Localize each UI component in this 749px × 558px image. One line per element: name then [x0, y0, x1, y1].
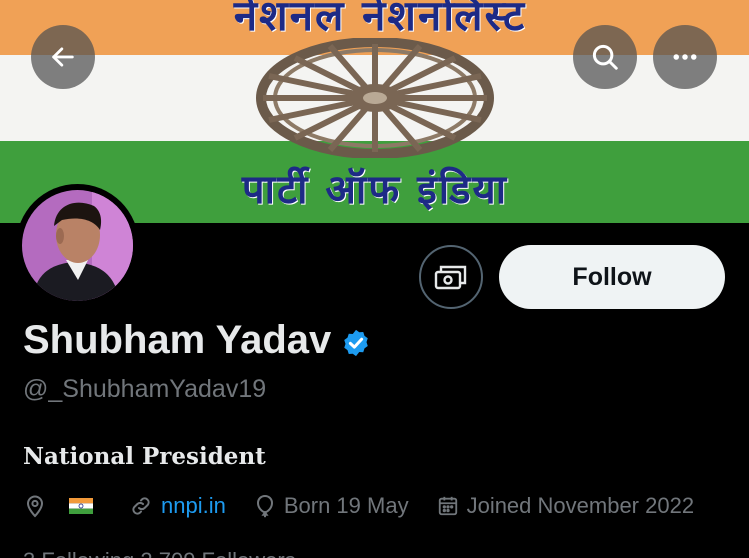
- birthday-item: Born 19 May: [254, 493, 409, 519]
- arrow-left-icon: [52, 47, 74, 67]
- website-link[interactable]: nnpi.in: [161, 493, 226, 519]
- avatar[interactable]: [16, 184, 139, 307]
- website-item[interactable]: nnpi.in: [129, 493, 226, 519]
- profile-meta: nnpi.in Born 19 May Joined November 2022: [23, 493, 722, 519]
- birthday-text: Born 19 May: [283, 493, 409, 518]
- link-icon: [132, 497, 150, 515]
- tip-button[interactable]: [419, 245, 483, 309]
- joined-text: Joined November 2022: [466, 493, 695, 518]
- banner-text-bottom: पार्टी ऑफ इंडिया: [241, 166, 509, 213]
- ashoka-chakra-icon: [256, 38, 494, 158]
- user-handle: @_ShubhamYadav19: [23, 375, 267, 403]
- back-button[interactable]: [31, 25, 95, 89]
- more-button[interactable]: [653, 25, 717, 89]
- profile-banner[interactable]: नेशनल नेशनलिस्ट पार्टी ऑफ इंडिया: [0, 0, 749, 223]
- follow-button[interactable]: Follow: [499, 245, 725, 309]
- avatar-image: [22, 190, 133, 301]
- joined-item: Joined November 2022: [437, 493, 694, 519]
- calendar-icon: [438, 496, 457, 516]
- more-horizontal-icon: [673, 54, 697, 60]
- search-icon: [592, 44, 618, 70]
- banner-text-top: नेशनल नेशनलिस्ट: [233, 0, 527, 40]
- bio-text: National President: [23, 443, 266, 470]
- india-flag-icon: [69, 498, 93, 514]
- name-row: Shubham Yadav: [23, 318, 371, 363]
- follow-counts[interactable]: 3 Following 2,709 Followers: [23, 548, 296, 558]
- location-pin-icon: [26, 495, 44, 518]
- display-name: Shubham Yadav: [23, 318, 332, 362]
- balloon-icon: [256, 494, 273, 518]
- money-icon: [434, 265, 467, 290]
- search-button[interactable]: [573, 25, 637, 89]
- verified-badge-icon[interactable]: [341, 328, 371, 358]
- location-item: [23, 494, 101, 518]
